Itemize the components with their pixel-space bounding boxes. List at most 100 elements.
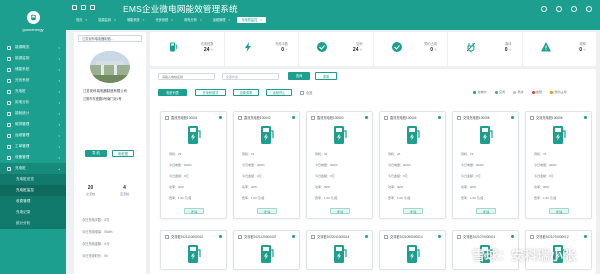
charger-card[interactable]: 直流充电桩100002 待机：31 今日电量：0kWh 今日金额：0元 功率：0… [233, 111, 300, 219]
sidebar-item-label: 设备管理 [15, 155, 30, 159]
legend-label: 空闲 [499, 90, 506, 94]
charger-card[interactable]: 交流桩2021110000012 [160, 230, 227, 270]
chevron-down-icon: ▾ [58, 155, 60, 160]
station-info-line: 今日充电电量：0kWh [82, 230, 113, 234]
checkbox[interactable] [384, 234, 388, 239]
fullscreen-icon[interactable] [541, 6, 547, 12]
sidebar-item[interactable]: 能源监测 ▾ [0, 53, 66, 64]
toggle-pile-list[interactable]: 电桩列表 [158, 89, 187, 96]
checkbox[interactable] [311, 234, 315, 239]
charger-card[interactable]: 交流桩2021120000437 [233, 230, 300, 270]
close-icon[interactable]: × [260, 17, 262, 23]
kpi-unit: 个 [582, 48, 586, 52]
checkbox[interactable] [238, 234, 242, 239]
tab-item[interactable]: 能源监测 × [94, 17, 120, 23]
station-selector[interactable]: 江苏安科瑞电器制造... [78, 35, 142, 42]
tab-label: 用电分析 [184, 18, 197, 22]
close-icon[interactable]: × [200, 17, 202, 23]
card-money: 今日金额：0元 [169, 174, 189, 178]
reset-button[interactable]: 重置 [315, 72, 337, 80]
user-avatar-icon[interactable] [571, 6, 577, 12]
charger-card[interactable]: 直流充电桩100004 待机：26 今日电量：0kWh 今日金额：0元 功率：0… [379, 111, 446, 219]
home-icon[interactable] [81, 5, 86, 10]
sidebar-subitem[interactable]: 充电桩总览 [0, 174, 66, 185]
nav-item-icon [7, 133, 11, 138]
charger-card[interactable]: 交流充电桩100005 待机：19 今日电量：0kWh 今日金额：0元 功率：0… [452, 111, 519, 219]
power-icon[interactable] [586, 6, 592, 12]
checkbox[interactable] [384, 115, 388, 120]
close-icon[interactable]: × [143, 17, 145, 23]
close-icon[interactable]: × [114, 17, 116, 23]
checkbox[interactable] [165, 234, 169, 239]
kpi-unit: 个 [359, 48, 363, 52]
card-rate: 费率：1.00 元/度 [461, 196, 484, 200]
close-icon[interactable]: × [171, 17, 173, 23]
detail-button[interactable]: 详 情 [257, 208, 277, 214]
sidebar-item-label: 光伏系统 [15, 78, 30, 82]
bolt-icon [242, 41, 254, 53]
search-input[interactable] [158, 73, 215, 80]
query-button[interactable]: 查询 [288, 72, 310, 80]
sidebar-item[interactable]: 碳排管理 ▾ [0, 119, 66, 130]
sidebar-subitem-active[interactable]: 充电桩监控 [0, 185, 66, 196]
close-icon[interactable]: × [85, 17, 87, 23]
card-money: 今日金额：0元 [242, 174, 262, 178]
kpi-label: 充电桩数 [200, 42, 214, 46]
detail-button[interactable]: 详 情 [403, 208, 423, 214]
top-left-icons [72, 5, 95, 10]
sidebar-item-charging[interactable]: 充电桩 ▴ [0, 163, 66, 174]
set-rate-button[interactable]: 设置费率 [233, 89, 259, 96]
sidebar-subitem[interactable]: 统计分析 [0, 218, 66, 229]
remote-stop-button[interactable]: 远程停止 [266, 89, 292, 96]
charger-card[interactable]: 交流桩2022011000014 [306, 230, 373, 270]
card-header: 交流桩2021090000014 [384, 234, 423, 239]
status-dot [219, 116, 222, 119]
sidebar-item[interactable]: 工单管理 ▾ [0, 141, 66, 152]
checkbox[interactable] [530, 234, 534, 239]
sidebar-item[interactable]: 储能系统 ▾ [0, 64, 66, 75]
bell-icon[interactable] [556, 6, 562, 12]
tab-item[interactable]: 储能系统 × [123, 17, 149, 23]
sidebar-item[interactable]: 光伏系统 ▾ [0, 75, 66, 86]
checkbox[interactable] [165, 115, 169, 120]
card-title: 直流充电桩100002 [244, 116, 271, 120]
detail-button[interactable]: 详 情 [330, 208, 350, 214]
menu-icon[interactable] [72, 5, 77, 10]
sidebar-item[interactable]: 用电分析 ▾ [0, 97, 66, 108]
sidebar-item[interactable]: 能源概览 ▾ [0, 42, 66, 53]
detail-button[interactable]: 详 情 [476, 208, 496, 214]
charger-card[interactable]: 交流桩2021090000014 [379, 230, 446, 270]
charger-icon [330, 124, 350, 146]
checkbox[interactable] [530, 115, 534, 120]
detail-button[interactable]: 详 情 [184, 208, 204, 214]
tab-item[interactable]: 首页 × [72, 17, 91, 23]
detail-button[interactable]: 详 情 [549, 208, 569, 214]
tab-item[interactable]: 运维管理 × [209, 17, 235, 23]
sidebar-item[interactable]: 运维管理 ▾ [0, 130, 66, 141]
sidebar-item[interactable]: 充电桩 ▾ [0, 86, 66, 97]
sidebar-subitem[interactable]: 收费管理 [0, 196, 66, 207]
pile-map-button[interactable]: 电桩图 [112, 150, 134, 157]
checkbox[interactable] [457, 115, 461, 120]
tab-item[interactable]: 光伏系统 × [152, 17, 178, 23]
sidebar-item[interactable]: 设备管理 ▾ [0, 152, 66, 163]
refresh-icon[interactable] [90, 5, 95, 10]
status-select[interactable]: 全部状态 [222, 73, 279, 80]
checkbox[interactable] [238, 115, 242, 120]
navigate-button[interactable]: 导 航 [85, 150, 107, 157]
top-bar: EMS企业微电网能效管理系统 首页 × 能源监测 × 储能系统 × 光伏系统 × 用电分… [66, 0, 600, 30]
card-title: 交流桩2021110000012 [171, 235, 204, 239]
checkbox[interactable] [300, 90, 304, 95]
toggle-gun-mode[interactable]: 充电枪模式 [195, 89, 226, 96]
select-all-checkbox[interactable]: 全选 [300, 90, 312, 95]
charger-card[interactable]: 直流充电桩100003 待机：32 今日电量：0kWh 今日金额：0元 功率：0… [306, 111, 373, 219]
close-icon[interactable]: × [229, 17, 231, 23]
checkbox[interactable] [311, 115, 315, 120]
checkbox[interactable] [457, 234, 461, 239]
sidebar-subitem[interactable]: 充电记录 [0, 207, 66, 218]
tab-charging-monitor[interactable]: 充电桩监控 × [237, 17, 267, 23]
charger-card[interactable]: 直流充电桩100001 待机：29 今日电量：0kWh 今日金额：0元 功率：0… [160, 111, 227, 219]
sidebar-item[interactable]: 能耗统计 ▾ [0, 108, 66, 119]
tab-item[interactable]: 用电分析 × [180, 17, 206, 23]
charger-card[interactable]: 交流充电桩100006 待机：76 今日电量：0kWh 今日金额：0元 功率：0… [525, 111, 592, 219]
